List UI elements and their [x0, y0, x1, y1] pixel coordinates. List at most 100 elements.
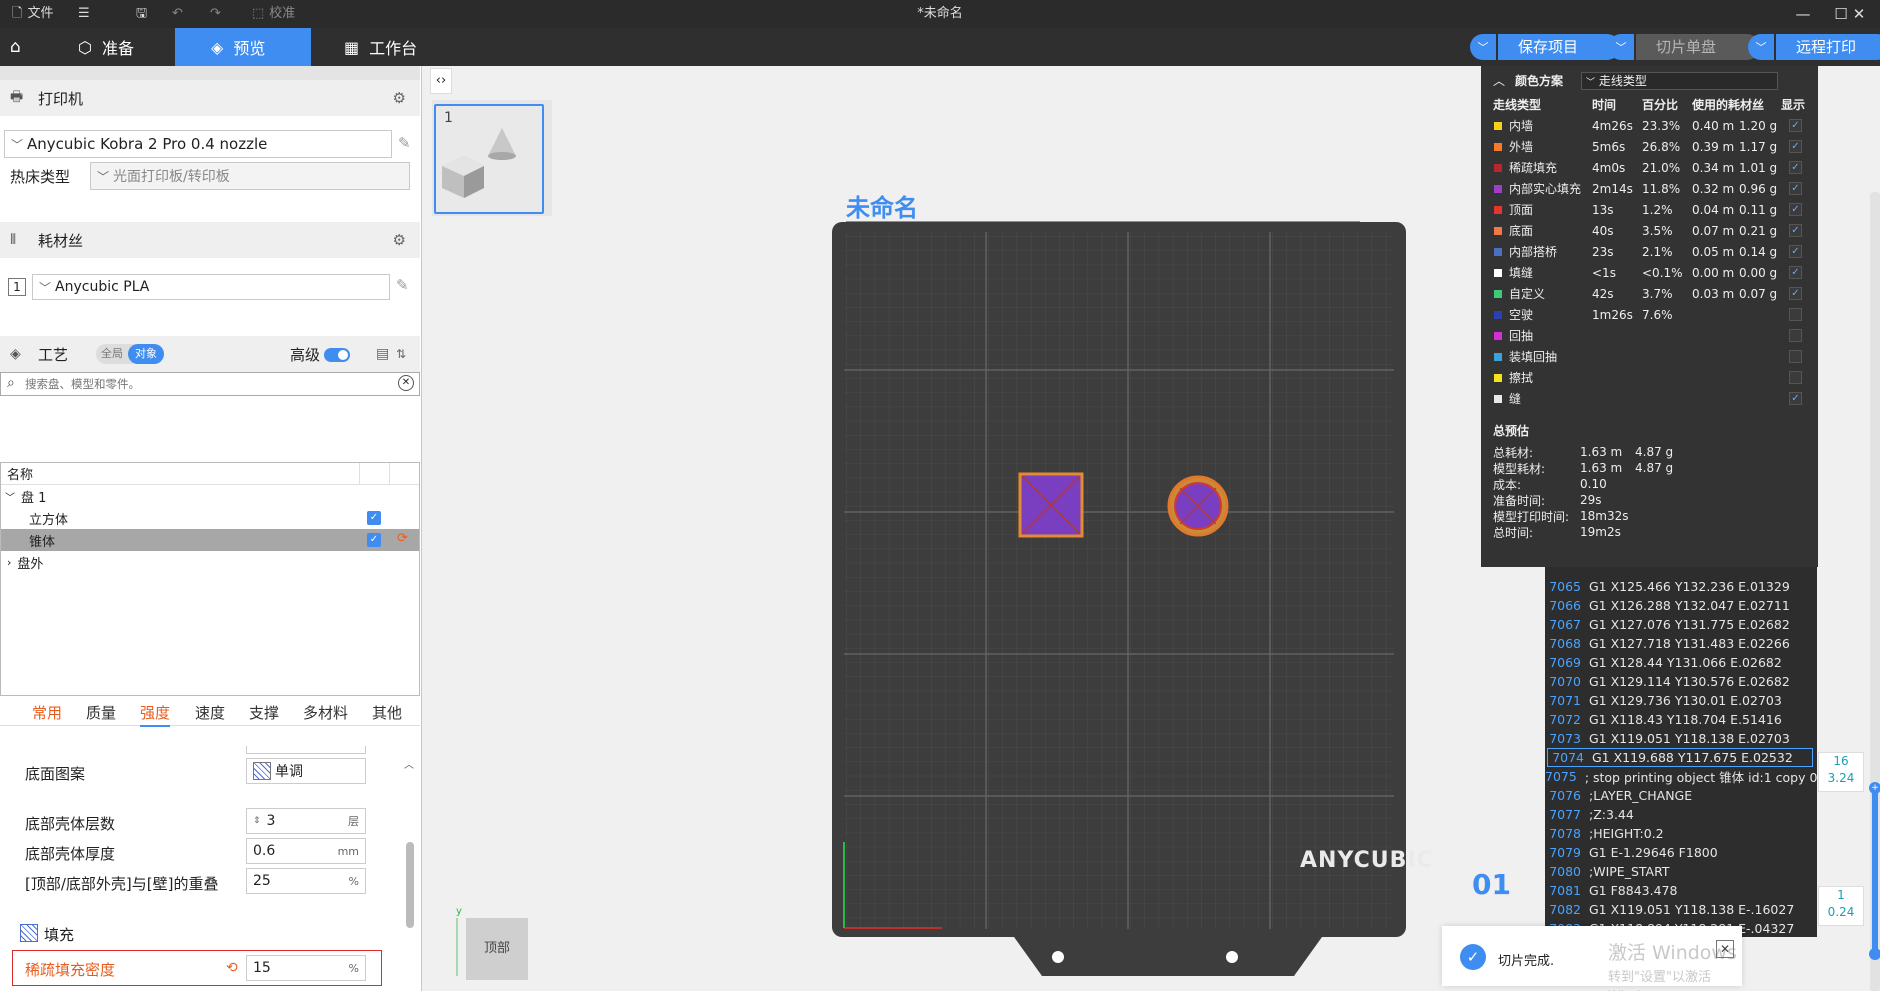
menu-icon[interactable]: ☰ — [78, 0, 90, 28]
gcode-line[interactable]: 7077 ;Z:3.44 — [1545, 805, 1817, 824]
view-top-face[interactable]: 顶部 — [466, 918, 528, 980]
gcode-line[interactable]: 7069 G1 X128.44 Y131.066 E.02682 — [1545, 653, 1817, 672]
filament-settings-icon[interactable]: ⚙ — [393, 231, 406, 249]
chevron-down-icon[interactable]: ﹀ — [5, 489, 15, 504]
sort-icon[interactable]: ⇅ — [396, 347, 406, 361]
search-box[interactable]: ⌕ ✕ — [0, 372, 420, 396]
cone-visible-checkbox[interactable]: ✓ — [367, 533, 381, 547]
tab-common[interactable]: 常用 — [32, 702, 62, 723]
tab-speed[interactable]: 速度 — [195, 702, 225, 723]
line-type-visible-checkbox[interactable] — [1789, 371, 1802, 384]
save-icon[interactable]: 🖫 — [136, 0, 147, 28]
slice-plate-dropdown[interactable]: ﹀ — [1608, 34, 1634, 60]
gcode-line[interactable]: 7070 G1 X129.114 Y130.576 E.02682 — [1545, 672, 1817, 691]
reset-icon[interactable]: ⟲ — [226, 960, 238, 976]
gcode-line[interactable]: 7068 G1 X127.718 Y131.483 E.02266 — [1545, 634, 1817, 653]
line-type-visible-checkbox[interactable] — [1789, 329, 1802, 342]
gcode-line[interactable]: 7067 G1 X127.076 Y131.775 E.02682 — [1545, 615, 1817, 634]
compare-icon[interactable]: ▤ — [376, 346, 389, 362]
gcode-line[interactable]: 7073 G1 X119.051 Y118.138 E.02703 — [1545, 729, 1817, 748]
bottom-thickness-input[interactable]: 0.6 mm — [246, 838, 366, 864]
gcode-line[interactable]: 7072 G1 X118.43 Y118.704 E.51416 — [1545, 710, 1817, 729]
tab-preview[interactable]: ◈ 预览 — [175, 28, 311, 66]
tab-quality[interactable]: 质量 — [86, 702, 116, 723]
line-type-visible-checkbox[interactable]: ✓ — [1789, 182, 1802, 195]
line-type-visible-checkbox[interactable]: ✓ — [1789, 392, 1802, 405]
tree-cube-row[interactable]: 立方体 ✓ — [1, 507, 419, 529]
save-project-dropdown[interactable]: ﹀ — [1470, 34, 1496, 60]
redo-icon[interactable]: ↷ — [210, 0, 221, 28]
line-type-visible-checkbox[interactable]: ✓ — [1789, 161, 1802, 174]
close-notification-icon[interactable]: ✕ — [1716, 940, 1734, 958]
gcode-line[interactable]: 7080 ;WIPE_START — [1545, 862, 1817, 881]
collapse-sidebar-icon[interactable]: ‹› — [430, 68, 452, 94]
collapse-legend-icon[interactable]: ︿ — [1493, 72, 1505, 89]
scrollbar[interactable]: ︿ — [404, 756, 416, 991]
gcode-line[interactable]: 7082 G1 X119.051 Y118.138 E-.16027 — [1545, 900, 1817, 919]
tab-workbench[interactable]: ▦ 工作台 — [326, 28, 435, 66]
gcode-line[interactable]: 7081 G1 F8843.478 — [1545, 881, 1817, 900]
tab-other[interactable]: 其他 — [372, 702, 402, 723]
bed-type-select[interactable]: ﹀ 光面打印板/转印板 — [90, 162, 410, 190]
edit-filament-icon[interactable]: ✎ — [396, 276, 409, 294]
tree-outside-row[interactable]: › 盘外 — [1, 551, 419, 573]
infill-density-input[interactable]: 15 % — [246, 955, 366, 981]
line-type-visible-checkbox[interactable]: ✓ — [1789, 245, 1802, 258]
scroll-thumb[interactable] — [406, 842, 414, 928]
edit-printer-icon[interactable]: ✎ — [398, 134, 411, 152]
plate-thumbnail[interactable]: 1 — [434, 104, 544, 214]
gcode-line[interactable]: 7065 G1 X125.466 Y132.236 E.01329 — [1545, 577, 1817, 596]
gcode-viewer[interactable]: 7065 G1 X125.466 Y132.236 E.01329 7066 G1 X… — [1545, 567, 1817, 937]
gcode-line[interactable]: 7076 ;LAYER_CHANGE — [1545, 786, 1817, 805]
undo-icon[interactable]: ↶ — [172, 0, 183, 28]
clear-search-icon[interactable]: ✕ — [398, 375, 414, 391]
cube-model[interactable] — [1018, 472, 1086, 538]
remote-print-button[interactable]: 远程打印 — [1776, 34, 1880, 60]
file-menu[interactable]: 🗋 文件 — [12, 0, 53, 28]
advanced-toggle[interactable] — [324, 348, 350, 362]
bottom-layers-input[interactable]: ⇕ 3 层 — [246, 808, 366, 834]
settings-modified-icon[interactable]: ⟳ — [397, 531, 408, 546]
cone-model[interactable] — [1166, 474, 1230, 538]
line-type-visible-checkbox[interactable]: ✓ — [1789, 203, 1802, 216]
cube-visible-checkbox[interactable]: ✓ — [367, 511, 381, 525]
global-option[interactable]: 全局 — [96, 344, 128, 364]
printer-settings-icon[interactable]: ⚙ — [393, 89, 406, 107]
gcode-line[interactable]: 7071 G1 X129.736 Y130.01 E.02703 — [1545, 691, 1817, 710]
object-option[interactable]: 对象 — [128, 344, 164, 364]
scroll-up-icon[interactable]: ︿ — [404, 756, 414, 771]
gcode-line[interactable]: 7078 ;HEIGHT:0.2 — [1545, 824, 1817, 843]
view-cube[interactable]: y 顶部 — [456, 906, 530, 980]
gcode-line[interactable]: 7079 G1 E-1.29646 F1800 — [1545, 843, 1817, 862]
tab-prepare[interactable]: ⬡ 准备 — [60, 28, 152, 66]
slice-plate-button[interactable]: 切片单盘 — [1636, 34, 1760, 60]
search-input[interactable] — [25, 375, 385, 393]
color-scheme-select[interactable]: ﹀ 走线类型 — [1581, 72, 1778, 90]
line-type-visible-checkbox[interactable] — [1789, 350, 1802, 363]
line-type-visible-checkbox[interactable]: ✓ — [1789, 266, 1802, 279]
gcode-line[interactable]: 7075 ; stop printing object 锥体 id:1 copy … — [1545, 767, 1817, 786]
bottom-pattern-select[interactable]: 单调 — [246, 758, 366, 784]
overlap-input[interactable]: 25 % — [246, 868, 366, 894]
line-type-visible-checkbox[interactable]: ✓ — [1789, 224, 1802, 237]
global-object-toggle[interactable]: 全局 对象 — [96, 344, 164, 364]
remote-print-dropdown[interactable]: ﹀ — [1748, 34, 1774, 60]
line-type-visible-checkbox[interactable]: ✓ — [1789, 119, 1802, 132]
save-project-button[interactable]: 保存项目 — [1498, 34, 1620, 60]
home-tab[interactable]: ⌂ — [0, 28, 31, 66]
tab-multimaterial[interactable]: 多材料 — [303, 702, 348, 723]
line-type-visible-checkbox[interactable] — [1789, 308, 1802, 321]
line-type-visible-checkbox[interactable]: ✓ — [1789, 287, 1802, 300]
layer-slider-top-thumb[interactable]: + — [1869, 782, 1880, 794]
tab-support[interactable]: 支撑 — [249, 702, 279, 723]
tab-strength[interactable]: 强度 — [140, 702, 171, 727]
chevron-right-icon[interactable]: › — [7, 556, 11, 569]
tree-plate-row[interactable]: ﹀ 盘 1 — [1, 485, 419, 507]
close-icon[interactable]: ✕ — [1836, 0, 1880, 28]
tree-cone-row[interactable]: 锥体 ✓ ⟳ — [1, 529, 419, 551]
layer-slider-bottom-thumb[interactable] — [1869, 948, 1880, 960]
filament-select[interactable]: ﹀ Anycubic PLA — [32, 274, 390, 300]
gcode-line[interactable]: 7066 G1 X126.288 Y132.047 E.02711 — [1545, 596, 1817, 615]
stepper-icon[interactable]: ⇕ — [253, 816, 261, 826]
printer-select[interactable]: ﹀ Anycubic Kobra 2 Pro 0.4 nozzle — [4, 130, 392, 158]
